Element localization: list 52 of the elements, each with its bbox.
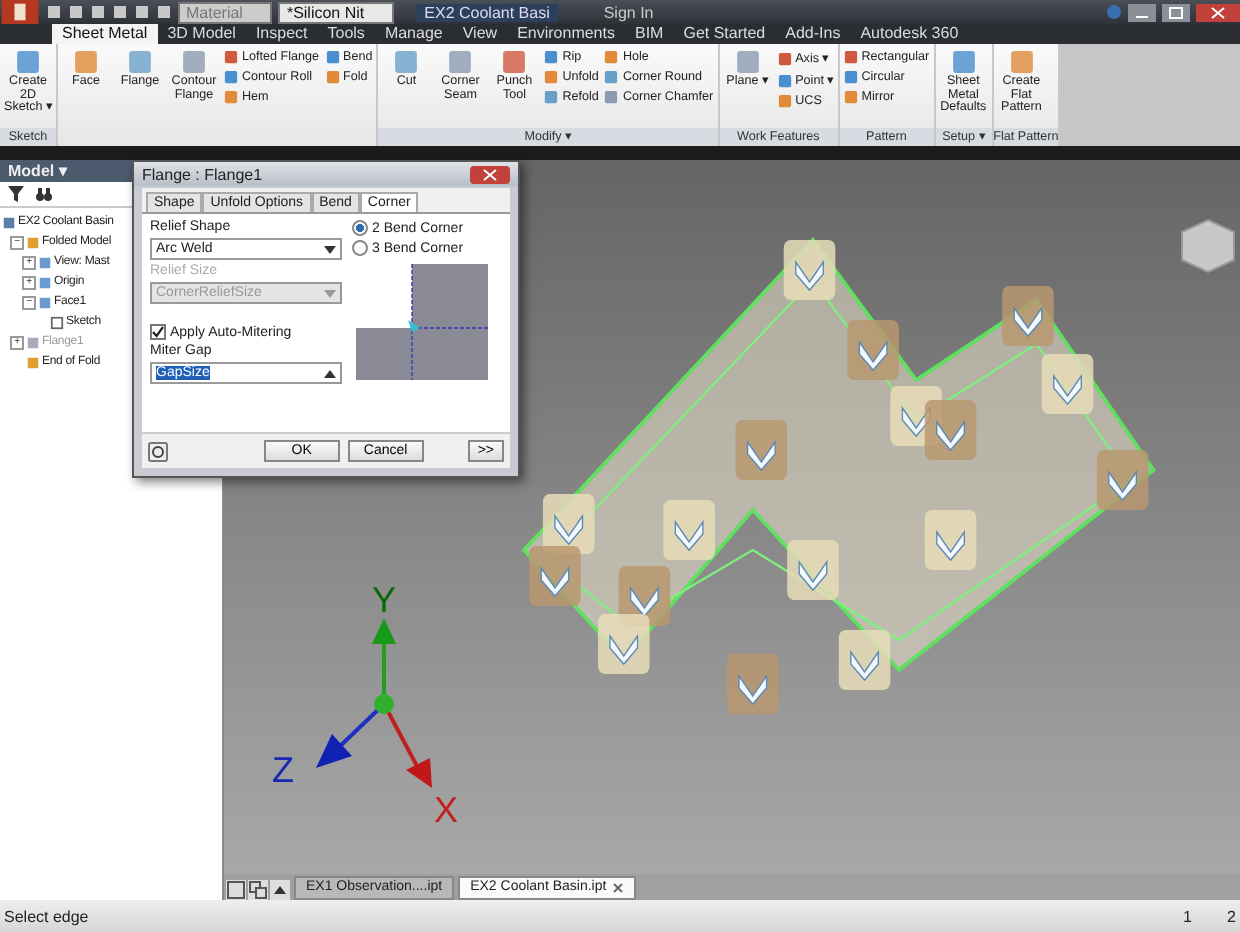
appearance-dropdown[interactable]: *Silicon Nit — [278, 1, 395, 23]
status-prompt: Select edge — [4, 907, 89, 925]
tool-icon — [14, 48, 42, 76]
tool-icon — [1007, 48, 1036, 76]
sign-in-link[interactable]: Sign In — [603, 3, 654, 21]
help-icon[interactable] — [148, 441, 168, 461]
tool-icon — [500, 48, 529, 76]
caret-icon — [324, 245, 336, 253]
filter-icon[interactable] — [8, 186, 24, 202]
corner-preview-drawing — [352, 260, 492, 384]
tool-icon — [446, 48, 475, 76]
tool-icon — [180, 48, 208, 76]
ribbon-tab[interactable]: Sheet Metal — [52, 24, 158, 44]
checkbox[interactable] — [150, 324, 166, 340]
axis-label: X — [434, 790, 459, 830]
caret-icon — [324, 369, 336, 377]
ribbon-tab[interactable]: View — [452, 24, 508, 44]
status-count: 1 — [1181, 907, 1192, 925]
close-icon[interactable] — [470, 165, 510, 183]
tool-icon — [733, 48, 762, 76]
sketch-icon — [50, 315, 64, 329]
view-cube-icon[interactable] — [1181, 218, 1235, 274]
close-icon[interactable] — [612, 882, 625, 894]
cascade-icon[interactable] — [248, 880, 268, 900]
ribbon-tab[interactable]: Get Started — [673, 24, 776, 44]
tile-windows-icon[interactable] — [226, 880, 246, 900]
close-icon[interactable] — [1196, 3, 1240, 21]
axis-label: Z — [272, 750, 294, 790]
tool-icon — [72, 48, 100, 76]
ribbon-tab[interactable]: Inspect — [245, 24, 318, 44]
part-icon — [2, 215, 16, 229]
status-count: 2 — [1225, 907, 1236, 925]
tool-icon — [949, 48, 978, 76]
ribbon-tab[interactable]: Tools — [317, 24, 375, 44]
maximize-icon[interactable] — [1162, 3, 1190, 21]
tool-icon — [126, 48, 154, 76]
axis-label: Y — [372, 580, 397, 620]
window-title: EX2 Coolant Basi — [416, 3, 558, 21]
caret-icon — [324, 289, 336, 297]
radio-button[interactable] — [352, 220, 368, 236]
ribbon-tab[interactable]: BIM — [624, 24, 674, 44]
caret-up-icon[interactable] — [270, 880, 290, 900]
ribbon-tab[interactable]: 3D Model — [157, 24, 246, 44]
ribbon-tab[interactable]: Add-Ins — [775, 24, 851, 44]
radio-button[interactable] — [352, 240, 368, 256]
tool-icon — [392, 48, 421, 76]
ribbon-tab[interactable]: Environments — [507, 24, 625, 44]
binoculars-icon[interactable] — [36, 186, 52, 202]
minimize-icon[interactable] — [1128, 3, 1156, 21]
ribbon-tab[interactable]: Autodesk 360 — [850, 24, 969, 44]
ribbon-tab[interactable]: Manage — [374, 24, 453, 44]
app-logo-icon[interactable] — [0, 0, 40, 24]
